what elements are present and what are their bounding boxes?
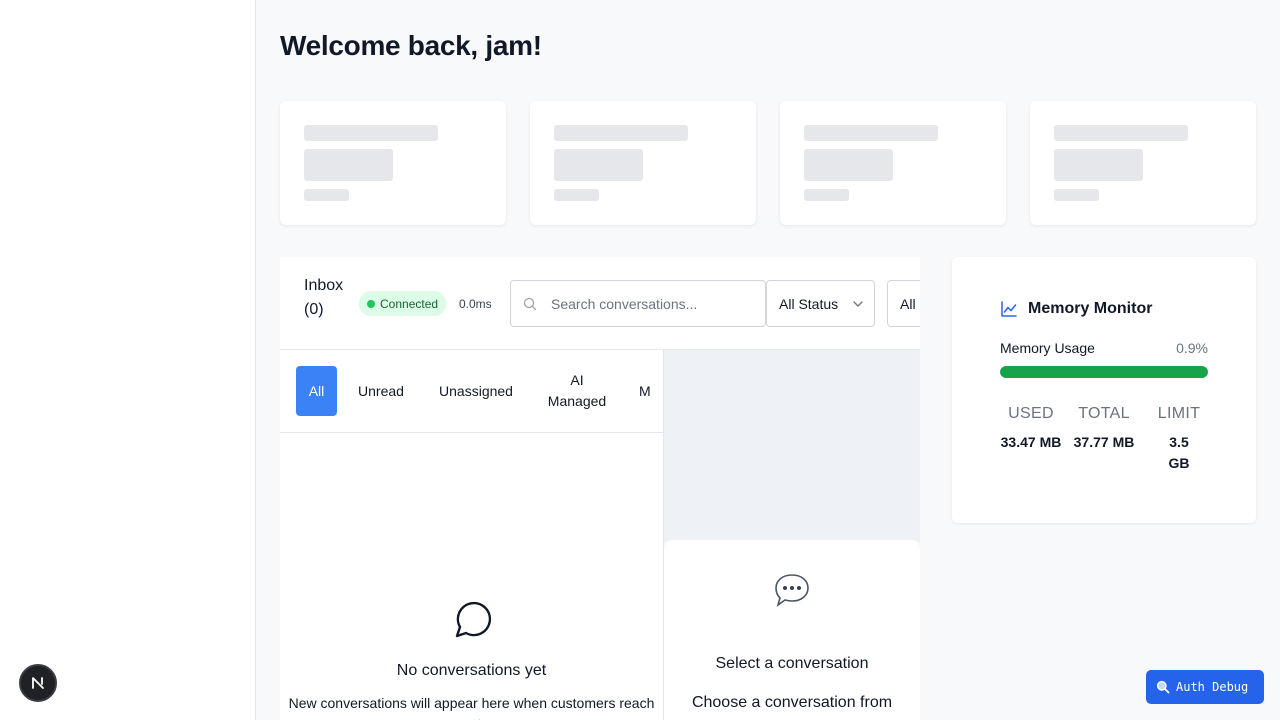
memory-usage-bar xyxy=(1000,366,1208,378)
memory-total-stat: TOTAL 37.77 MB xyxy=(1069,405,1139,453)
message-circle-icon xyxy=(455,601,492,638)
memory-monitor-title: Memory Monitor xyxy=(1028,300,1153,317)
search-field[interactable] xyxy=(510,280,766,327)
skeleton-line xyxy=(554,125,688,141)
nextjs-dev-indicator-button[interactable] xyxy=(19,664,57,702)
skeleton-line xyxy=(1054,125,1188,141)
chevron-down-icon xyxy=(853,301,863,307)
memory-usage-bar-fill xyxy=(1000,366,1208,378)
memory-used-value: 33.47 MB xyxy=(1000,434,1062,450)
status-filter-select[interactable]: All Status xyxy=(766,280,875,327)
connection-status-badge: Connected xyxy=(359,291,447,316)
memory-limit-label: LIMIT xyxy=(1157,405,1201,422)
stat-card-skeleton xyxy=(780,101,1006,225)
speech-bubble-icon xyxy=(775,574,809,607)
memory-limit-stat: LIMIT 3.5 GB xyxy=(1144,405,1214,474)
secondary-filter-select[interactable]: All xyxy=(887,280,920,327)
stat-card-skeleton xyxy=(280,101,506,225)
skeleton-line xyxy=(1054,189,1099,201)
memory-monitor-header: Memory Monitor xyxy=(1000,300,1152,318)
inbox-title: Inbox (0) xyxy=(304,277,344,318)
memory-limit-value: 3.5 GB xyxy=(1168,434,1190,471)
auth-debug-button[interactable]: Auth Debug xyxy=(1146,670,1264,704)
search-input[interactable] xyxy=(551,295,751,312)
empty-state-description: New conversations will appear here when … xyxy=(288,695,655,720)
detail-title: Select a conversation xyxy=(715,655,869,672)
tab-unassigned[interactable]: Unassigned xyxy=(430,366,522,416)
conversation-placeholder-card xyxy=(664,540,920,720)
status-dot-icon xyxy=(367,299,375,308)
secondary-filter-value: All xyxy=(900,295,916,312)
magnifier-icon xyxy=(1156,680,1170,694)
tab-all[interactable]: All xyxy=(296,366,337,416)
stat-card-skeleton xyxy=(1030,101,1256,225)
connection-status-label: Connected xyxy=(380,296,439,311)
skeleton-value xyxy=(304,149,393,181)
memory-monitor-card: Memory Monitor Memory Usage 0.9% USED 33… xyxy=(952,257,1256,523)
inbox-tabs: All Unread Unassigned AI Managed M xyxy=(280,350,663,433)
empty-state-title: No conversations yet xyxy=(396,662,547,679)
stat-card-skeleton xyxy=(530,101,756,225)
skeleton-line xyxy=(304,125,438,141)
sidebar xyxy=(0,0,256,720)
latency-readout: 0.0ms xyxy=(459,297,492,311)
page-title: Welcome back, jam! xyxy=(280,30,542,61)
tab-unread[interactable]: Unread xyxy=(350,366,412,416)
tab-more[interactable]: M xyxy=(636,366,663,416)
memory-used-stat: USED 33.47 MB xyxy=(996,405,1066,453)
skeleton-line xyxy=(304,189,349,201)
logo-icon xyxy=(32,677,44,689)
skeleton-value xyxy=(1054,149,1143,181)
tab-ai-managed[interactable]: AI Managed xyxy=(540,366,614,416)
memory-total-label: TOTAL xyxy=(1078,405,1130,422)
detail-description: Choose a conversation from xyxy=(691,694,893,711)
inbox-header: Inbox (0) Connected 0.0ms All Status All xyxy=(280,257,920,350)
skeleton-line xyxy=(804,189,849,201)
inbox-panel: Inbox (0) Connected 0.0ms All Status All… xyxy=(280,257,920,720)
line-chart-icon xyxy=(1001,301,1017,317)
skeleton-line xyxy=(554,189,599,201)
search-icon xyxy=(523,297,537,310)
memory-usage-percent: 0.9% xyxy=(1176,340,1208,356)
memory-total-value: 37.77 MB xyxy=(1073,434,1135,450)
memory-used-label: USED xyxy=(1008,405,1054,422)
auth-debug-label: Auth Debug xyxy=(1176,680,1249,694)
skeleton-value xyxy=(804,149,893,181)
status-filter-value: All Status xyxy=(779,295,839,312)
memory-usage-label: Memory Usage xyxy=(1000,340,1095,356)
skeleton-value xyxy=(554,149,643,181)
skeleton-line xyxy=(804,125,938,141)
